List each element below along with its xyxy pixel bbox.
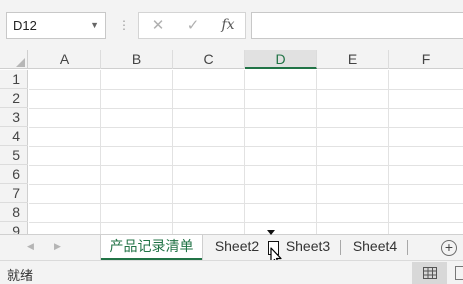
name-box-value: D12 bbox=[13, 18, 37, 33]
gridline bbox=[244, 70, 245, 234]
gridline bbox=[100, 70, 101, 234]
scroll-tabs-left-icon[interactable]: ◀ bbox=[27, 241, 34, 252]
gridline bbox=[29, 108, 463, 109]
status-bar: 就绪 bbox=[0, 260, 463, 284]
column-header-a[interactable]: A bbox=[29, 50, 101, 69]
row-header-9[interactable]: 9 bbox=[0, 222, 28, 234]
sheet-tab-sheet3[interactable]: Sheet3 bbox=[279, 235, 337, 260]
row-header-1[interactable]: 1 bbox=[0, 70, 28, 89]
row-header-4[interactable]: 4 bbox=[0, 127, 28, 146]
gridline bbox=[29, 184, 463, 185]
sheet-tab-bar: ◀ ▶ 产品记录清单 Sheet2 Sheet3 Sheet4 + bbox=[0, 234, 463, 260]
add-sheet-icon[interactable]: + bbox=[441, 240, 457, 256]
page-layout-view-icon[interactable] bbox=[455, 266, 463, 280]
column-header-d[interactable]: D bbox=[245, 50, 317, 69]
gridline bbox=[29, 165, 463, 166]
enter-icon[interactable]: ✓ bbox=[178, 13, 208, 38]
gridline bbox=[29, 127, 463, 128]
formula-input[interactable] bbox=[251, 12, 463, 39]
row-header-3[interactable]: 3 bbox=[0, 108, 28, 127]
scroll-tabs-right-icon[interactable]: ▶ bbox=[54, 241, 61, 252]
gridline bbox=[29, 146, 463, 147]
gridline bbox=[388, 70, 389, 234]
name-box-dropdown-icon[interactable]: ▼ bbox=[90, 13, 99, 38]
gridline bbox=[29, 222, 463, 223]
gridline bbox=[29, 203, 463, 204]
formula-bar-buttons: ✕ ✓ fx bbox=[138, 12, 246, 39]
select-all-icon[interactable] bbox=[16, 58, 25, 67]
formula-bar: D12 ▼ ⋮ ✕ ✓ fx bbox=[0, 0, 463, 50]
select-all-corner[interactable] bbox=[0, 50, 28, 69]
tab-separator bbox=[340, 240, 341, 255]
name-box[interactable]: D12 ▼ bbox=[6, 12, 106, 39]
column-header-b[interactable]: B bbox=[101, 50, 173, 69]
cancel-icon[interactable]: ✕ bbox=[143, 13, 173, 38]
row-header-column: 1 2 3 4 5 6 7 8 9 bbox=[0, 70, 28, 234]
worksheet-grid[interactable]: A B C D E F 1 2 3 4 5 6 7 8 9 bbox=[0, 50, 463, 234]
normal-view-button[interactable] bbox=[412, 262, 447, 284]
gridline bbox=[316, 70, 317, 234]
row-header-7[interactable]: 7 bbox=[0, 184, 28, 203]
row-header-5[interactable]: 5 bbox=[0, 146, 28, 165]
row-header-8[interactable]: 8 bbox=[0, 203, 28, 222]
row-header-2[interactable]: 2 bbox=[0, 89, 28, 108]
column-header-e[interactable]: E bbox=[317, 50, 389, 69]
gridline bbox=[172, 70, 173, 234]
sheet-tab-sheet2[interactable]: Sheet2 bbox=[206, 235, 268, 260]
tab-separator bbox=[407, 240, 408, 255]
status-text: 就绪 bbox=[7, 268, 34, 283]
column-header-c[interactable]: C bbox=[173, 50, 245, 69]
gridline bbox=[29, 89, 463, 90]
sheet-tab-product-records[interactable]: 产品记录清单 bbox=[101, 235, 202, 260]
drop-position-icon bbox=[267, 230, 275, 235]
insert-function-icon[interactable]: fx bbox=[213, 13, 243, 38]
formula-bar-grip-icon[interactable]: ⋮ bbox=[118, 17, 130, 33]
row-header-6[interactable]: 6 bbox=[0, 165, 28, 184]
column-header-f[interactable]: F bbox=[389, 50, 463, 69]
column-header-row: A B C D E F bbox=[0, 50, 463, 69]
normal-view-icon bbox=[423, 267, 437, 279]
sheet-tab-sheet4[interactable]: Sheet4 bbox=[346, 235, 404, 260]
